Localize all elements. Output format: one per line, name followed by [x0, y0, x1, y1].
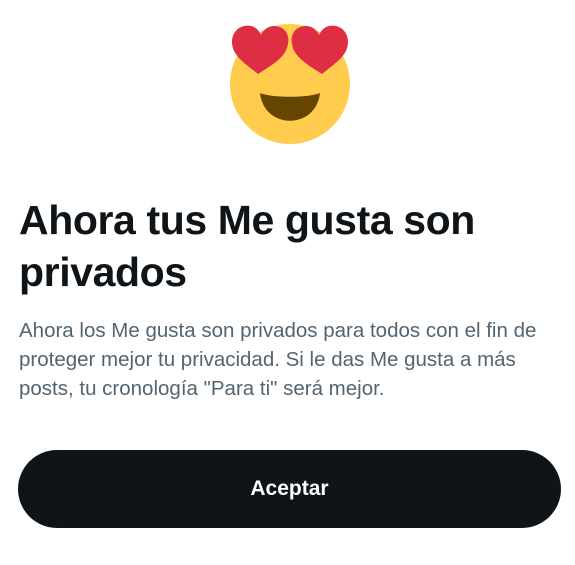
dialog-description: Ahora los Me gusta son privados para tod…	[19, 319, 537, 400]
heart-eyes-emoji-icon	[228, 22, 352, 146]
dialog-title: Ahora tus Me gusta son privados	[19, 197, 475, 295]
accept-button[interactable]: Aceptar	[18, 450, 561, 528]
